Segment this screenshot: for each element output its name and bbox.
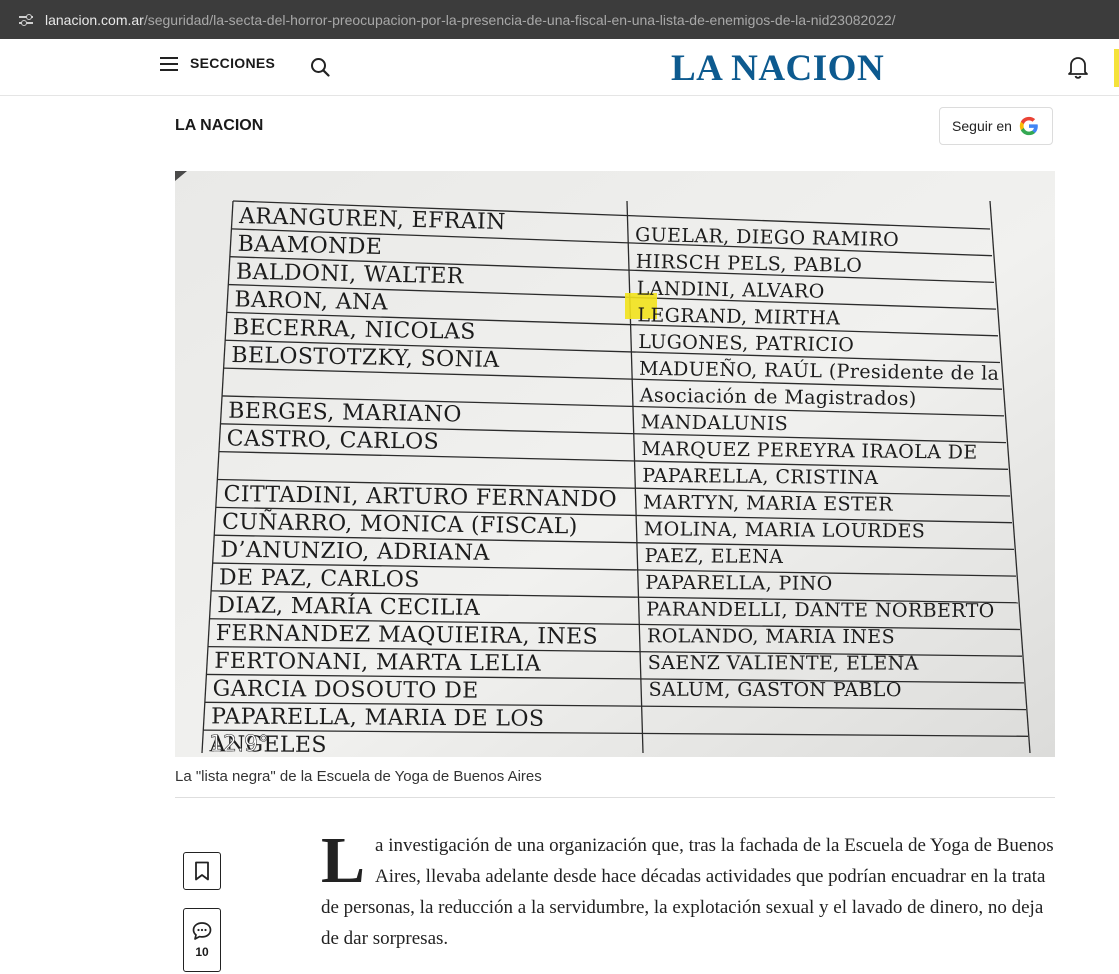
list-name-right: PAPARELLA, CRISTINA xyxy=(642,465,878,489)
url-domain: lanacion.com.ar xyxy=(45,11,144,28)
list-name-left: DIAZ, MARÍA CECILIA xyxy=(217,591,481,621)
list-name-right: SALUM, GASTON PABLO xyxy=(649,679,902,701)
article-body: La investigación de una organización que… xyxy=(321,824,1055,954)
list-name-left: BARON, ANA xyxy=(234,287,389,315)
comments-button[interactable]: 10 xyxy=(183,908,221,972)
list-name-right: LUGONES, PATRICIO xyxy=(638,331,854,356)
section-title[interactable]: LA NACION xyxy=(175,117,263,135)
blacklist-document-image: ARANGUREN, EFRAINBAAMONDEBALDONI, WALTER… xyxy=(175,171,1055,757)
article-paragraph: La investigación de una organización que… xyxy=(321,824,1055,954)
comment-bubble-icon xyxy=(192,922,212,940)
google-g-icon xyxy=(1019,116,1038,136)
follow-label: Seguir en xyxy=(952,118,1012,134)
site-logo[interactable]: LA NACION xyxy=(671,47,884,90)
list-name-right: Asociación de Magistrados) xyxy=(639,384,917,410)
list-name-right: PARANDELLI, DANTE NORBERTO xyxy=(646,599,995,623)
sections-menu-button[interactable]: SECCIONES xyxy=(160,55,275,71)
bookmark-icon xyxy=(195,861,209,881)
list-name-right: LEGRAND, MIRTHA xyxy=(637,304,840,329)
search-icon[interactable] xyxy=(310,57,330,77)
site-header: SECCIONES LA NACION xyxy=(0,39,1119,96)
list-name-left: GARCIA DOSOUTO DE xyxy=(213,677,479,704)
list-name-right: MANDALUNIS xyxy=(641,411,789,435)
caption-divider xyxy=(175,797,1055,798)
list-name-right: ROLANDO, MARIA INES xyxy=(647,625,895,648)
url-text[interactable]: lanacion.com.ar/seguridad/la-secta-del-h… xyxy=(45,12,896,28)
photo-caption: La "lista negra" de la Escuela de Yoga d… xyxy=(175,768,542,785)
list-name-left: BALDONI, WALTER xyxy=(236,260,465,290)
list-name-left: FERNANDEZ MAQUIEIRA, INES xyxy=(216,621,598,650)
list-name-left: BELOSTOTZKY, SONIA xyxy=(231,343,500,373)
list-name-left: CASTRO, CARLOS xyxy=(227,426,440,454)
drop-cap: L xyxy=(321,824,366,897)
list-name-right: HIRSCH PELS, PABLO xyxy=(636,251,863,277)
side-panel-edge xyxy=(1114,49,1119,87)
list-name-left: BAAMONDE xyxy=(237,232,382,260)
browser-address-bar[interactable]: lanacion.com.ar/seguridad/la-secta-del-h… xyxy=(0,0,1119,39)
temperature-overlay: 12.9° xyxy=(209,732,269,757)
site-settings-icon[interactable] xyxy=(19,13,33,27)
list-name-left: FERTONANI, MARTA LELIA xyxy=(214,649,542,677)
list-name-left: BERGES, MARIANO xyxy=(228,399,462,428)
list-name-left: D’ANUNZIO, ADRIANA xyxy=(220,538,490,566)
list-name-right: PAPARELLA, PINO xyxy=(645,572,832,595)
hamburger-icon xyxy=(160,56,178,71)
comment-count: 10 xyxy=(195,945,209,959)
save-article-button[interactable] xyxy=(183,852,221,890)
follow-on-google-button[interactable]: Seguir en xyxy=(939,107,1053,145)
list-name-right: PAEZ, ELENA xyxy=(645,545,784,568)
url-path: /seguridad/la-secta-del-horror-preocupac… xyxy=(143,11,896,28)
sections-menu-label: SECCIONES xyxy=(190,55,276,71)
notifications-bell-icon[interactable] xyxy=(1067,55,1089,79)
article-paragraph-text: a investigación de una organización que,… xyxy=(321,835,1054,949)
list-name-left: DE PAZ, CARLOS xyxy=(219,565,420,592)
article-photo[interactable]: ARANGUREN, EFRAIN BAAMONDE BALDONI, WALTER… xyxy=(175,171,1055,757)
list-name-right: SAENZ VALIENTE, ELENA xyxy=(648,652,919,675)
list-name-right: MOLINA, MARIA LOURDES xyxy=(644,518,926,542)
list-name-right: MARQUEZ PEREYRA IRAOLA DE xyxy=(641,438,977,464)
list-name-left: PAPARELLA, MARIA DE LOS xyxy=(211,704,544,731)
list-name-right: LANDINI, ALVARO xyxy=(637,278,825,303)
list-name-left: BECERRA, NICOLAS xyxy=(233,315,476,345)
list-name-right: MARTYN, MARIA ESTER xyxy=(643,492,893,516)
